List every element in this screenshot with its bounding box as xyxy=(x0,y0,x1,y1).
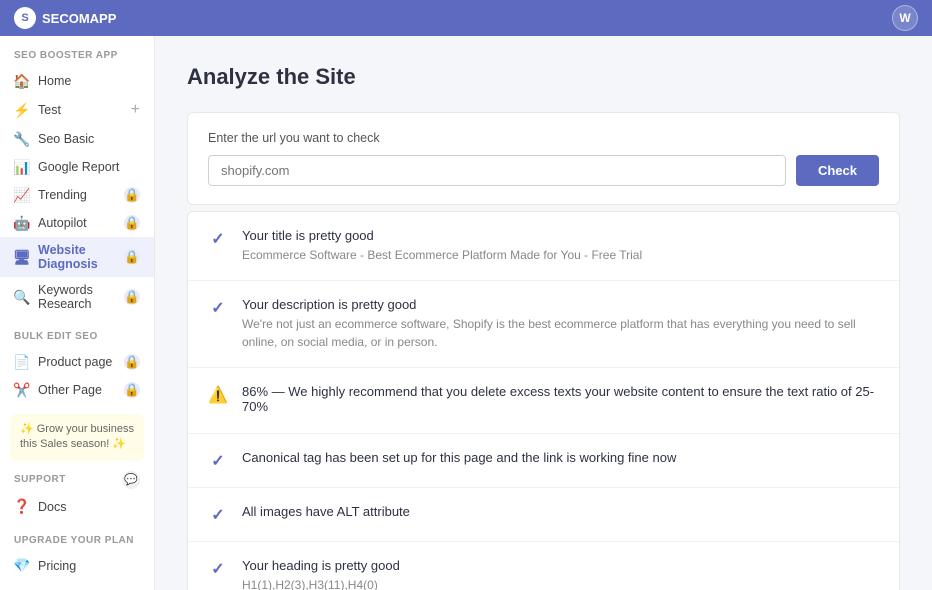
sidebar-item-google-report[interactable]: 📊 Google Report xyxy=(0,153,154,181)
sidebar-item-keywords-research[interactable]: 🔍 Keywords Research 🔒 xyxy=(0,277,154,317)
check-icon-0: ✓ xyxy=(208,229,228,249)
test-icon: ⚡ xyxy=(14,102,30,118)
sidebar-item-seo-basic[interactable]: 🔧 Seo Basic xyxy=(0,125,154,153)
result-text-3: Canonical tag has been set up for this p… xyxy=(242,450,879,468)
autopilot-icon: 🤖 xyxy=(14,215,30,231)
sidebar-item-label: Autopilot xyxy=(38,216,116,230)
sidebar-item-website-diagnosis[interactable]: 🖥 Website Diagnosis 🔒 xyxy=(0,237,154,277)
google-report-icon: 📊 xyxy=(14,159,30,175)
logo-text: SECOMAPP xyxy=(42,11,116,26)
topbar: S SECOMAPP W xyxy=(0,0,932,36)
sidebar: SEO BOOSTER APP 🏠 Home ⚡ Test + 🔧 Seo Ba… xyxy=(0,36,155,590)
pricing-icon: 💎 xyxy=(14,558,30,574)
promo-banner: ✨ Grow your business this Sales season! … xyxy=(10,414,144,461)
logo: S SECOMAPP xyxy=(14,7,116,29)
sidebar-item-docs[interactable]: ❓ Docs xyxy=(0,493,154,521)
sidebar-item-label: Seo Basic xyxy=(38,132,140,146)
results-card: ✓ Your title is pretty good Ecommerce So… xyxy=(187,211,900,590)
sidebar-item-label: Google Report xyxy=(38,160,140,174)
support-label: SUPPORT xyxy=(14,474,66,485)
sidebar-item-test[interactable]: ⚡ Test + xyxy=(0,95,154,125)
result-desc-0: Ecommerce Software - Best Ecommerce Plat… xyxy=(242,246,879,264)
sidebar-item-label: Product page xyxy=(38,355,116,369)
keywords-research-icon: 🔍 xyxy=(14,289,30,305)
result-item-1: ✓ Your description is pretty good We're … xyxy=(188,281,899,368)
trending-icon: 📈 xyxy=(14,187,30,203)
sidebar-section-upgrade: UPGRADE YOUR PLAN xyxy=(0,521,154,552)
chat-icon: 💬 xyxy=(122,471,140,489)
check-icon-3: ✓ xyxy=(208,451,228,471)
lock-badge: 🔒 xyxy=(124,354,140,370)
other-page-icon: ✂️ xyxy=(14,382,30,398)
sidebar-section-seo-booster: SEO BOOSTER APP xyxy=(0,36,154,67)
home-icon: 🏠 xyxy=(14,73,30,89)
check-icon-1: ✓ xyxy=(208,298,228,318)
result-text-0: Your title is pretty good Ecommerce Soft… xyxy=(242,228,879,264)
sidebar-item-product-page[interactable]: 📄 Product page 🔒 xyxy=(0,348,154,376)
sidebar-item-home[interactable]: 🏠 Home xyxy=(0,67,154,95)
sidebar-item-other-page[interactable]: ✂️ Other Page 🔒 xyxy=(0,376,154,404)
sidebar-item-autopilot[interactable]: 🤖 Autopilot 🔒 xyxy=(0,209,154,237)
url-input-row: Check xyxy=(208,155,879,186)
url-card: Enter the url you want to check Check xyxy=(187,112,900,205)
result-title-4: All images have ALT attribute xyxy=(242,504,879,519)
seo-basic-icon: 🔧 xyxy=(14,131,30,147)
result-desc-1: We're not just an ecommerce software, Sh… xyxy=(242,315,879,351)
check-icon-5: ✓ xyxy=(208,559,228,579)
product-page-icon: 📄 xyxy=(14,354,30,370)
sidebar-item-label: Docs xyxy=(38,500,140,514)
result-item-0: ✓ Your title is pretty good Ecommerce So… xyxy=(188,212,899,281)
user-avatar[interactable]: W xyxy=(892,5,918,31)
result-text-1: Your description is pretty good We're no… xyxy=(242,297,879,351)
page-title: Analyze the Site xyxy=(187,64,900,90)
result-title-1: Your description is pretty good xyxy=(242,297,879,312)
sidebar-item-label: Keywords Research xyxy=(38,283,116,311)
website-diagnosis-icon: 🖥 xyxy=(14,249,30,265)
warn-icon-2: ⚠️ xyxy=(208,385,228,405)
result-title-5: Your heading is pretty good xyxy=(242,558,879,573)
result-desc-5: H1(1),H2(3),H3(11),H4(0) xyxy=(242,576,879,590)
lock-badge: 🔒 xyxy=(124,215,140,231)
lock-badge: 🔒 xyxy=(124,249,140,265)
docs-icon: ❓ xyxy=(14,499,30,515)
result-item-2: ⚠️ 86% — We highly recommend that you de… xyxy=(188,368,899,434)
check-button[interactable]: Check xyxy=(796,155,879,186)
check-icon-4: ✓ xyxy=(208,505,228,525)
lock-badge: 🔒 xyxy=(124,187,140,203)
sidebar-item-trending[interactable]: 📈 Trending 🔒 xyxy=(0,181,154,209)
lock-badge: 🔒 xyxy=(124,289,140,305)
url-input[interactable] xyxy=(208,155,786,186)
result-item-5: ✓ Your heading is pretty good H1(1),H2(3… xyxy=(188,542,899,590)
result-title-3: Canonical tag has been set up for this p… xyxy=(242,450,879,465)
sidebar-item-label: Pricing xyxy=(38,559,140,573)
result-text-5: Your heading is pretty good H1(1),H2(3),… xyxy=(242,558,879,590)
sidebar-item-label: Website Diagnosis xyxy=(38,243,116,271)
result-title-0: Your title is pretty good xyxy=(242,228,879,243)
result-text-4: All images have ALT attribute xyxy=(242,504,879,522)
sidebar-item-label: Test xyxy=(38,103,123,117)
url-label: Enter the url you want to check xyxy=(208,131,879,145)
result-item-4: ✓ All images have ALT attribute xyxy=(188,488,899,542)
sidebar-item-label: Other Page xyxy=(38,383,116,397)
main-content: Analyze the Site Enter the url you want … xyxy=(155,36,932,590)
result-title-2: 86% — We highly recommend that you delet… xyxy=(242,384,879,414)
result-item-3: ✓ Canonical tag has been set up for this… xyxy=(188,434,899,488)
sidebar-item-pricing[interactable]: 💎 Pricing xyxy=(0,552,154,580)
result-text-2: 86% — We highly recommend that you delet… xyxy=(242,384,879,417)
sidebar-item-label: Trending xyxy=(38,188,116,202)
sidebar-item-label: Home xyxy=(38,74,140,88)
add-icon: + xyxy=(131,101,140,119)
sidebar-section-bulk-edit: BULK EDIT SEO xyxy=(0,317,154,348)
logo-icon: S xyxy=(14,7,36,29)
lock-badge: 🔒 xyxy=(124,382,140,398)
